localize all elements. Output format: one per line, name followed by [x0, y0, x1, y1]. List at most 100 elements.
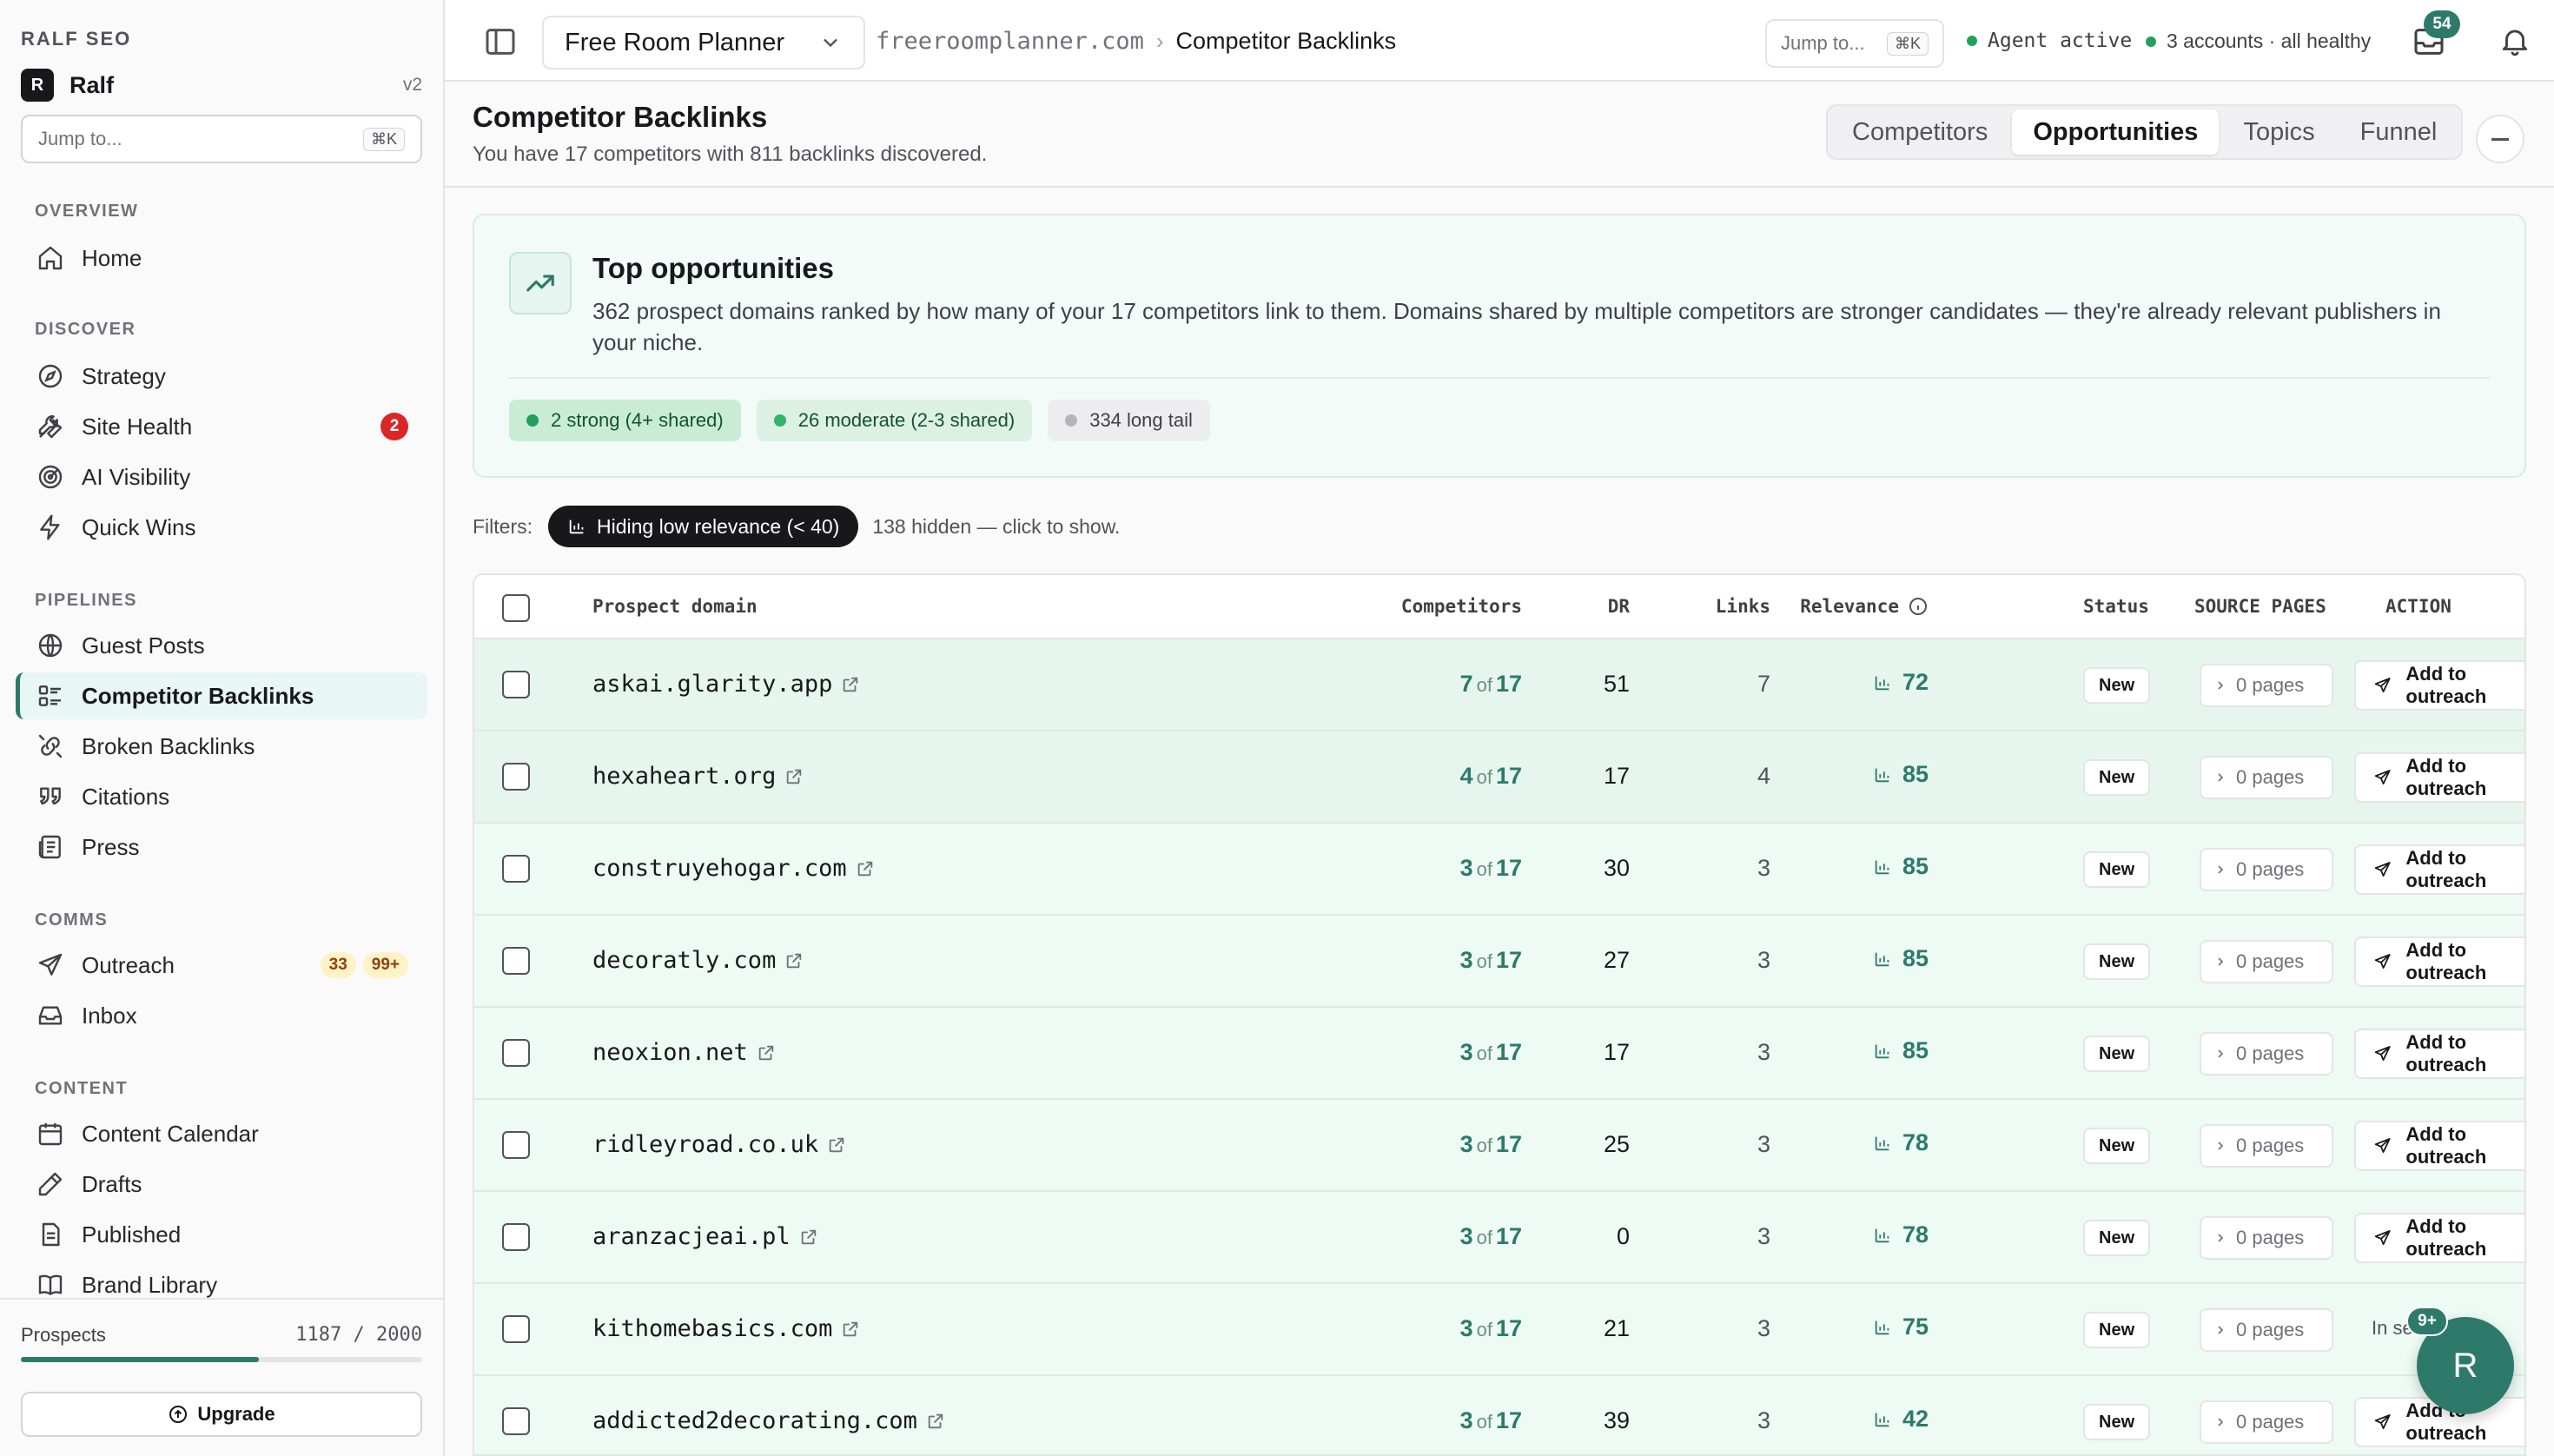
row-checkbox[interactable] — [502, 1407, 530, 1435]
header-competitors[interactable]: Competitors — [1401, 596, 1522, 617]
table-row[interactable]: neoxion.net 3 of 17 17 3 85 New 0 pages — [474, 1008, 2524, 1100]
add-to-outreach-button[interactable]: Add to outreach — [2354, 660, 2524, 711]
tab-opportunities[interactable]: Opportunities — [2012, 109, 2220, 155]
prospect-domain[interactable]: hexaheart.org — [592, 763, 804, 790]
sidebar-item-guest-posts[interactable]: Guest Posts — [16, 622, 427, 669]
source-pages-toggle[interactable]: 0 pages — [2200, 1124, 2333, 1168]
sidebar-item-competitor-backlinks[interactable]: Competitor Backlinks — [16, 672, 427, 719]
row-checkbox[interactable] — [502, 1315, 530, 1343]
collapse-button[interactable] — [2476, 115, 2524, 163]
source-pages-toggle[interactable]: 0 pages — [2200, 1400, 2333, 1444]
bell-icon[interactable] — [2498, 24, 2531, 57]
source-pages-toggle[interactable]: 0 pages — [2200, 848, 2333, 891]
sidebar-item-outreach[interactable]: Outreach 33 99+ — [16, 942, 427, 989]
status-badge[interactable]: New — [2083, 1128, 2151, 1164]
external-link-icon[interactable] — [784, 951, 804, 970]
tab-topics[interactable]: Topics — [2222, 109, 2335, 155]
row-checkbox[interactable] — [502, 1039, 530, 1067]
external-link-icon[interactable] — [784, 767, 804, 786]
external-link-icon[interactable] — [856, 859, 875, 878]
sidebar-item-citations[interactable]: Citations — [16, 773, 427, 820]
external-link-icon[interactable] — [827, 1135, 846, 1155]
prospect-domain[interactable]: construyehogar.com — [592, 855, 875, 882]
external-link-icon[interactable] — [926, 1412, 945, 1431]
sidebar-item-quick-wins[interactable]: Quick Wins — [16, 504, 427, 551]
table-row[interactable]: hexaheart.org 4 of 17 17 4 85 New 0 page… — [474, 731, 2524, 824]
select-all-checkbox[interactable] — [502, 594, 530, 622]
row-checkbox[interactable] — [502, 855, 530, 883]
chip-strong[interactable]: 2 strong (4+ shared) — [509, 400, 741, 441]
sidebar-item-broken-backlinks[interactable]: Broken Backlinks — [16, 723, 427, 770]
table-row[interactable]: decoratly.com 3 of 17 27 3 85 New 0 page… — [474, 916, 2524, 1008]
header-relevance[interactable]: Relevance — [1800, 596, 1929, 617]
row-checkbox[interactable] — [502, 1223, 530, 1251]
sidebar-item-inbox[interactable]: Inbox — [16, 992, 427, 1039]
top-jump-input[interactable]: Jump to... ⌘K — [1765, 19, 1944, 68]
status-badge[interactable]: New — [2083, 1220, 2151, 1256]
agent-status[interactable]: Agent active — [1967, 30, 2132, 52]
status-badge[interactable]: New — [2083, 1312, 2151, 1348]
prospect-domain[interactable]: decoratly.com — [592, 947, 804, 974]
source-pages-toggle[interactable]: 0 pages — [2200, 756, 2333, 799]
add-to-outreach-button[interactable]: Add to outreach — [2354, 936, 2524, 987]
chip-moderate[interactable]: 26 moderate (2-3 shared) — [756, 400, 1033, 441]
workspace-switcher[interactable]: R Ralf v2 — [21, 66, 422, 104]
upgrade-button[interactable]: Upgrade — [21, 1392, 422, 1437]
sidebar-item-ai-visibility[interactable]: AI Visibility — [16, 453, 427, 500]
source-pages-toggle[interactable]: 0 pages — [2200, 664, 2333, 707]
prospect-domain[interactable]: neoxion.net — [592, 1039, 776, 1066]
table-row[interactable]: askai.glarity.app 7 of 17 51 7 72 New 0 … — [474, 639, 2524, 731]
header-links[interactable]: Links — [1716, 596, 1770, 617]
sidebar-toggle-icon[interactable] — [483, 24, 518, 59]
project-select[interactable]: Free Room Planner — [542, 16, 865, 69]
tab-competitors[interactable]: Competitors — [1831, 109, 2008, 155]
chip-long-tail[interactable]: 334 long tail — [1048, 400, 1210, 441]
tab-funnel[interactable]: Funnel — [2339, 109, 2458, 155]
status-badge[interactable]: New — [2083, 1404, 2151, 1440]
table-row[interactable]: addicted2decorating.com 3 of 17 39 3 42 … — [474, 1376, 2524, 1454]
source-pages-toggle[interactable]: 0 pages — [2200, 940, 2333, 983]
relevance-filter-pill[interactable]: Hiding low relevance (< 40) — [548, 506, 859, 547]
status-badge[interactable]: New — [2083, 943, 2151, 980]
table-row[interactable]: aranzacjeai.pl 3 of 17 0 3 78 New 0 page… — [474, 1192, 2524, 1284]
table-row[interactable]: construyehogar.com 3 of 17 30 3 85 New 0… — [474, 824, 2524, 916]
header-dr[interactable]: DR — [1608, 596, 1630, 617]
sidebar-item-published[interactable]: Published — [16, 1211, 427, 1258]
sidebar-item-press[interactable]: Press — [16, 824, 427, 870]
header-status[interactable]: Status — [2083, 596, 2149, 617]
table-row[interactable]: kithomebasics.com 3 of 17 21 3 75 New 0 … — [474, 1284, 2524, 1376]
status-badge[interactable]: New — [2083, 1036, 2151, 1072]
add-to-outreach-button[interactable]: Add to outreach — [2354, 1213, 2524, 1263]
prospect-domain[interactable]: addicted2decorating.com — [592, 1407, 945, 1434]
sidebar-item-content-calendar[interactable]: Content Calendar — [16, 1110, 427, 1157]
external-link-icon[interactable] — [799, 1228, 818, 1247]
prospect-domain[interactable]: aranzacjeai.pl — [592, 1223, 818, 1250]
add-to-outreach-button[interactable]: Add to outreach — [2354, 1121, 2524, 1171]
add-to-outreach-button[interactable]: Add to outreach — [2354, 752, 2524, 803]
source-pages-toggle[interactable]: 0 pages — [2200, 1308, 2333, 1352]
hidden-count-link[interactable]: 138 hidden — click to show. — [872, 515, 1120, 539]
info-icon[interactable] — [1908, 596, 1929, 617]
external-link-icon[interactable] — [841, 1320, 860, 1339]
source-pages-toggle[interactable]: 0 pages — [2200, 1032, 2333, 1075]
header-domain[interactable]: Prospect domain — [592, 596, 758, 617]
add-to-outreach-button[interactable]: Add to outreach — [2354, 1029, 2524, 1079]
sidebar-jump-input[interactable]: Jump to... ⌘K — [21, 115, 422, 163]
row-checkbox[interactable] — [502, 1131, 530, 1159]
external-link-icon[interactable] — [841, 675, 860, 694]
sidebar-item-drafts[interactable]: Drafts — [16, 1161, 427, 1208]
row-checkbox[interactable] — [502, 947, 530, 975]
prospect-domain[interactable]: kithomebasics.com — [592, 1315, 860, 1342]
status-badge[interactable]: New — [2083, 667, 2151, 704]
status-badge[interactable]: New — [2083, 851, 2151, 888]
breadcrumb-domain[interactable]: freeroomplanner.com — [876, 28, 1144, 55]
prospect-domain[interactable]: ridleyroad.co.uk — [592, 1131, 846, 1158]
prospect-domain[interactable]: askai.glarity.app — [592, 671, 860, 698]
sidebar-item-site-health[interactable]: Site Health 2 — [16, 403, 427, 450]
row-checkbox[interactable] — [502, 763, 530, 791]
external-link-icon[interactable] — [757, 1043, 776, 1062]
accounts-status[interactable]: 3 accounts · all healthy — [2146, 30, 2371, 53]
table-row[interactable]: ridleyroad.co.uk 3 of 17 25 3 78 New 0 p… — [474, 1100, 2524, 1192]
sidebar-item-strategy[interactable]: Strategy — [16, 353, 427, 400]
status-badge[interactable]: New — [2083, 759, 2151, 796]
